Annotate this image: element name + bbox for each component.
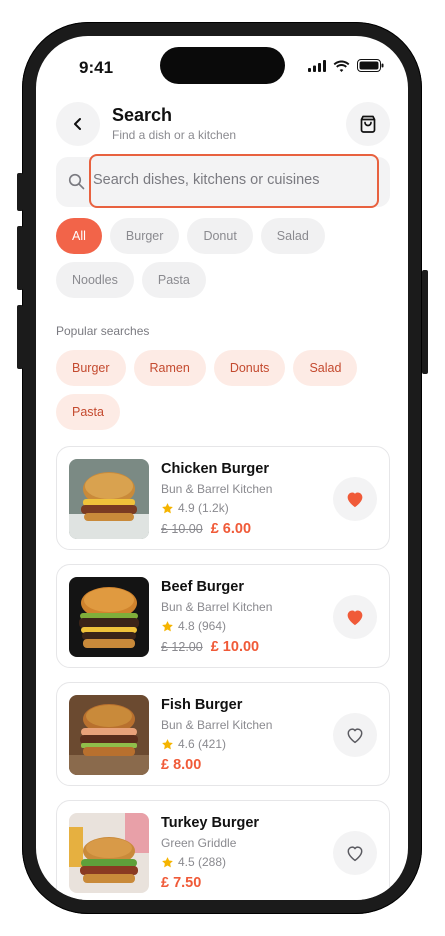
filter-chip-noodles[interactable]: Noodles (56, 262, 134, 298)
status-time: 9:41 (79, 58, 114, 77)
rating: 4.8 (964) (161, 619, 226, 633)
rating-text: 4.6 (421) (178, 737, 227, 751)
rating-text: 4.8 (964) (178, 619, 227, 633)
result-card[interactable]: Fish Burger Bun & Barrel Kitchen 4.6 (42… (56, 682, 390, 786)
old-price: £ 10.00 (161, 522, 203, 536)
status-icons (308, 59, 384, 72)
kitchen-name: Bun & Barrel Kitchen (161, 718, 273, 732)
star-icon (162, 856, 173, 867)
status-bar: 9:41 (36, 36, 408, 94)
search-input[interactable] (93, 172, 373, 188)
filter-chips: All Burger Donut Salad Noodles Pasta (56, 218, 390, 298)
popular-chip-donuts[interactable]: Donuts (213, 350, 286, 386)
filter-chip-burger[interactable]: Burger (109, 218, 180, 254)
favorite-button[interactable] (333, 595, 377, 639)
phone-frame: 9:41 Search Find a dish or a kitchen Sea… (22, 22, 422, 914)
popular-chips: Burger Ramen Donuts Salad Pasta (56, 350, 390, 430)
favorite-button[interactable] (333, 713, 377, 757)
volume-up-button (17, 226, 23, 290)
wifi-icon (333, 60, 350, 72)
favorite-button[interactable] (333, 477, 377, 521)
search-icon (68, 173, 85, 190)
heart-icon (347, 610, 363, 626)
filter-chip-pasta[interactable]: Pasta (141, 262, 206, 298)
price: £ 6.00 (210, 521, 252, 537)
dynamic-island (160, 47, 285, 84)
header: Search Find a dish or a kitchen (56, 102, 390, 146)
rating-text: 4.5 (288) (178, 855, 227, 869)
chevron-left-icon (74, 118, 81, 130)
dish-name: Chicken Burger (161, 461, 269, 477)
dish-name: Beef Burger (161, 579, 244, 595)
rating: 4.6 (421) (161, 737, 226, 751)
heart-icon (347, 492, 363, 508)
favorite-button[interactable] (333, 831, 377, 875)
rating: 4.5 (288) (161, 855, 226, 869)
price-row: £ 10.00 £ 6.00 (161, 521, 251, 537)
search-bar (56, 154, 390, 208)
heart-outline-icon (347, 728, 363, 744)
page-subtitle: Find a dish or a kitchen (112, 128, 237, 142)
rating: 4.9 (1.2k) (161, 501, 229, 515)
old-price: £ 12.00 (161, 640, 203, 654)
price: £ 8.00 (161, 757, 202, 773)
result-card[interactable]: Turkey Burger Green Griddle 4.5 (288) £ … (56, 800, 390, 900)
filter-chip-all[interactable]: All (56, 218, 102, 254)
star-icon (162, 738, 173, 749)
popular-chip-salad[interactable]: Salad (293, 350, 358, 386)
cart-button[interactable] (346, 102, 390, 146)
silent-switch (17, 173, 23, 211)
star-icon (162, 502, 173, 513)
food-image (69, 695, 149, 775)
kitchen-name: Bun & Barrel Kitchen (161, 600, 273, 614)
popular-chip-pasta[interactable]: Pasta (56, 394, 120, 430)
star-icon (162, 620, 173, 631)
page-title: Search (112, 105, 173, 125)
search-input-box[interactable] (89, 154, 379, 208)
kitchen-name: Bun & Barrel Kitchen (161, 482, 273, 496)
dish-name: Fish Burger (161, 697, 243, 713)
screen: 9:41 Search Find a dish or a kitchen Sea… (36, 36, 408, 900)
battery-icon (357, 59, 384, 72)
food-image (69, 577, 149, 657)
filter-chip-donut[interactable]: Donut (187, 218, 253, 254)
filter-chip-salad[interactable]: Salad (260, 218, 325, 254)
food-image (69, 813, 149, 893)
heart-outline-icon (347, 846, 363, 862)
price: £ 10.00 (210, 639, 260, 655)
volume-down-button (17, 305, 23, 369)
dish-name: Turkey Burger (161, 815, 260, 831)
popular-searches-label: Popular searches (56, 324, 150, 338)
kitchen-name: Green Griddle (161, 836, 237, 850)
price: £ 7.50 (161, 875, 202, 891)
signal-icon (308, 59, 326, 72)
rating-text: 4.9 (1.2k) (178, 501, 229, 515)
result-card[interactable]: Chicken Burger Bun & Barrel Kitchen 4.9 … (56, 446, 390, 550)
back-button[interactable] (56, 102, 100, 146)
food-image (69, 459, 149, 539)
result-card[interactable]: Beef Burger Bun & Barrel Kitchen 4.8 (96… (56, 564, 390, 668)
price-row: £ 7.50 (161, 875, 201, 891)
power-button (422, 270, 428, 374)
popular-chip-burger[interactable]: Burger (56, 350, 126, 386)
price-row: £ 8.00 (161, 757, 201, 773)
shopping-bag-icon (360, 115, 376, 133)
price-row: £ 12.00 £ 10.00 (161, 639, 259, 655)
popular-chip-ramen[interactable]: Ramen (133, 350, 206, 386)
